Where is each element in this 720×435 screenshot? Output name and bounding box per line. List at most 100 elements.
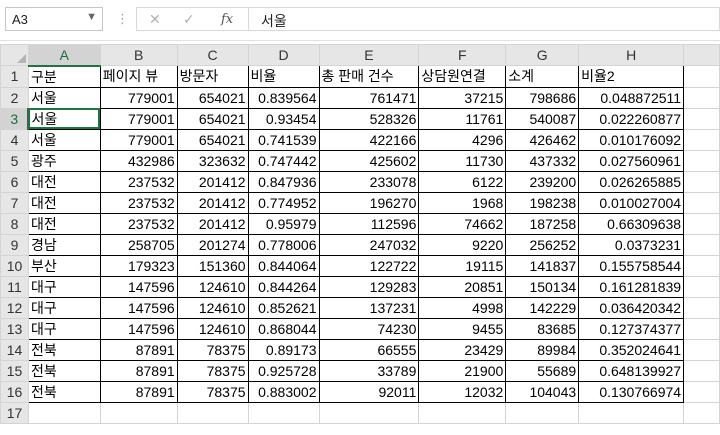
cell-b13[interactable]: 147596 bbox=[99, 317, 178, 340]
cell-h8[interactable]: 0.66309638 bbox=[578, 212, 685, 235]
cell-e3[interactable]: 528326 bbox=[318, 107, 420, 130]
cell-empty[interactable] bbox=[683, 212, 720, 235]
insert-function-icon[interactable]: fx bbox=[221, 12, 233, 27]
cell-b6[interactable]: 237532 bbox=[99, 170, 178, 193]
cell-c1[interactable]: 방문자 bbox=[176, 65, 249, 88]
cell-b14[interactable]: 87891 bbox=[99, 338, 178, 361]
cell-d6[interactable]: 0.847936 bbox=[247, 170, 320, 193]
cell-g5[interactable]: 437332 bbox=[505, 149, 580, 172]
cell-empty[interactable] bbox=[418, 401, 507, 424]
name-box[interactable]: A3 ▼ bbox=[5, 7, 103, 31]
cell-g3[interactable]: 540087 bbox=[505, 107, 580, 130]
cell-f11[interactable]: 20851 bbox=[418, 275, 507, 298]
cell-c4[interactable]: 654021 bbox=[176, 128, 249, 151]
cell-f13[interactable]: 9455 bbox=[418, 317, 507, 340]
row-header[interactable]: 17 bbox=[0, 401, 29, 424]
cell-e13[interactable]: 74230 bbox=[318, 317, 420, 340]
cell-b10[interactable]: 179323 bbox=[99, 254, 178, 277]
row-header[interactable]: 2 bbox=[0, 86, 29, 109]
cell-a16[interactable]: 전북 bbox=[27, 380, 101, 403]
cell-empty[interactable] bbox=[683, 275, 720, 298]
row-header[interactable]: 14 bbox=[0, 338, 29, 361]
row-header[interactable]: 10 bbox=[0, 254, 29, 277]
cell-e8[interactable]: 112596 bbox=[318, 212, 420, 235]
cell-empty[interactable] bbox=[683, 380, 720, 403]
cell-empty[interactable] bbox=[683, 65, 720, 88]
cell-f10[interactable]: 19115 bbox=[418, 254, 507, 277]
cell-a2[interactable]: 서울 bbox=[27, 86, 101, 109]
row-header[interactable]: 5 bbox=[0, 149, 29, 172]
cell-d8[interactable]: 0.95979 bbox=[247, 212, 320, 235]
cell-e14[interactable]: 66555 bbox=[318, 338, 420, 361]
cell-e10[interactable]: 122722 bbox=[318, 254, 420, 277]
cell-b11[interactable]: 147596 bbox=[99, 275, 178, 298]
cell-f9[interactable]: 9220 bbox=[418, 233, 507, 256]
cell-g2[interactable]: 798686 bbox=[505, 86, 580, 109]
cell-b12[interactable]: 147596 bbox=[99, 296, 178, 319]
cell-f12[interactable]: 4998 bbox=[418, 296, 507, 319]
cell-a9[interactable]: 경남 bbox=[27, 233, 101, 256]
cell-g4[interactable]: 426462 bbox=[505, 128, 580, 151]
cell-b4[interactable]: 779001 bbox=[99, 128, 178, 151]
cell-a6[interactable]: 대전 bbox=[27, 170, 101, 193]
cell-h9[interactable]: 0.0373231 bbox=[578, 233, 685, 256]
cell-d7[interactable]: 0.774952 bbox=[247, 191, 320, 214]
cell-f1[interactable]: 상담원연결 bbox=[418, 65, 507, 88]
cell-e1[interactable]: 총 판매 건수 bbox=[318, 65, 420, 88]
cell-empty[interactable] bbox=[318, 401, 420, 424]
cell-h16[interactable]: 0.130766974 bbox=[578, 380, 685, 403]
cell-g8[interactable]: 187258 bbox=[505, 212, 580, 235]
cell-d5[interactable]: 0.747442 bbox=[247, 149, 320, 172]
cell-g1[interactable]: 소계 bbox=[505, 65, 580, 88]
cell-f16[interactable]: 12032 bbox=[418, 380, 507, 403]
row-header[interactable]: 1 bbox=[0, 65, 29, 88]
cell-g15[interactable]: 55689 bbox=[505, 359, 580, 382]
cell-h6[interactable]: 0.026265885 bbox=[578, 170, 685, 193]
more-options-icon[interactable]: ⋮ bbox=[116, 11, 129, 27]
row-header[interactable]: 7 bbox=[0, 191, 29, 214]
cell-h12[interactable]: 0.036420342 bbox=[578, 296, 685, 319]
cell-e4[interactable]: 422166 bbox=[318, 128, 420, 151]
cell-g9[interactable]: 256252 bbox=[505, 233, 580, 256]
column-header-a[interactable]: A bbox=[27, 44, 101, 67]
cell-c7[interactable]: 201412 bbox=[176, 191, 249, 214]
cell-c13[interactable]: 124610 bbox=[176, 317, 249, 340]
chevron-down-icon[interactable]: ▼ bbox=[86, 11, 97, 23]
cell-empty[interactable] bbox=[27, 401, 101, 424]
cell-d3[interactable]: 0.93454 bbox=[247, 107, 320, 130]
cell-g14[interactable]: 89984 bbox=[505, 338, 580, 361]
cell-a14[interactable]: 전북 bbox=[27, 338, 101, 361]
cell-empty[interactable] bbox=[683, 128, 720, 151]
column-header-extra[interactable] bbox=[683, 44, 720, 66]
cancel-icon[interactable]: ✕ bbox=[149, 11, 161, 28]
cell-empty[interactable] bbox=[578, 401, 685, 424]
cell-e5[interactable]: 425602 bbox=[318, 149, 420, 172]
column-header-c[interactable]: C bbox=[176, 44, 249, 66]
cell-h1[interactable]: 비율2 bbox=[578, 65, 685, 88]
cell-empty[interactable] bbox=[176, 401, 249, 424]
cell-c15[interactable]: 78375 bbox=[176, 359, 249, 382]
cell-h13[interactable]: 0.127374377 bbox=[578, 317, 685, 340]
cell-c3[interactable]: 654021 bbox=[176, 107, 249, 130]
cell-c5[interactable]: 323632 bbox=[176, 149, 249, 172]
cell-a3[interactable]: 서울 bbox=[27, 107, 101, 130]
cell-g6[interactable]: 239200 bbox=[505, 170, 580, 193]
cell-e7[interactable]: 196270 bbox=[318, 191, 420, 214]
cell-a1[interactable]: 구분 bbox=[27, 65, 101, 88]
cell-h11[interactable]: 0.161281839 bbox=[578, 275, 685, 298]
row-header[interactable]: 3 bbox=[0, 107, 30, 130]
cell-h10[interactable]: 0.155758544 bbox=[578, 254, 685, 277]
cell-f4[interactable]: 4296 bbox=[418, 128, 507, 151]
row-header[interactable]: 12 bbox=[0, 296, 29, 319]
cell-b1[interactable]: 페이지 뷰 bbox=[99, 65, 178, 88]
cell-d13[interactable]: 0.868044 bbox=[247, 317, 320, 340]
cell-f2[interactable]: 37215 bbox=[418, 86, 507, 109]
cell-h4[interactable]: 0.010176092 bbox=[578, 128, 685, 151]
cell-b9[interactable]: 258705 bbox=[99, 233, 178, 256]
cell-c9[interactable]: 201274 bbox=[176, 233, 249, 256]
cell-empty[interactable] bbox=[683, 401, 720, 424]
cell-e6[interactable]: 233078 bbox=[318, 170, 420, 193]
column-header-b[interactable]: B bbox=[99, 44, 178, 66]
cell-e11[interactable]: 129283 bbox=[318, 275, 420, 298]
cell-a10[interactable]: 부산 bbox=[27, 254, 101, 277]
